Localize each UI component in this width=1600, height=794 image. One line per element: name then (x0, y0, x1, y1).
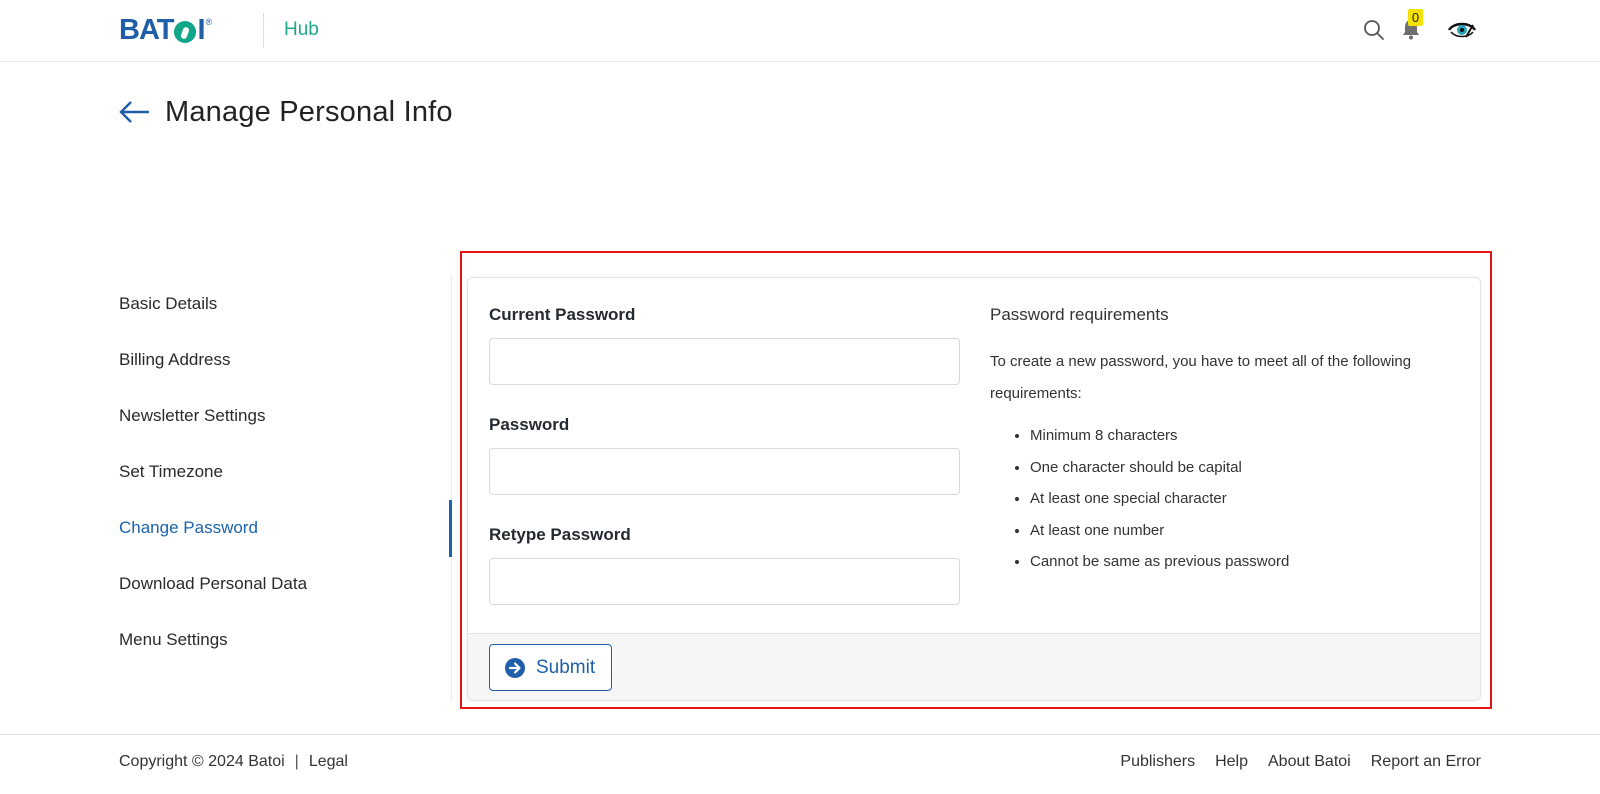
logo-registered-mark: ® (205, 17, 213, 27)
search-icon[interactable] (1363, 19, 1385, 41)
notification-count-badge: 0 (1408, 9, 1423, 26)
logo-leaf-icon (174, 21, 197, 43)
new-password-input[interactable] (489, 448, 960, 495)
eye-icon[interactable] (1447, 17, 1477, 43)
arrow-left-icon[interactable] (119, 100, 151, 124)
sidebar-item-newsletter-settings[interactable]: Newsletter Settings (119, 388, 449, 444)
footer-link-about[interactable]: About Batoi (1268, 753, 1351, 771)
requirement-item: At least one number (1030, 515, 1460, 547)
requirement-item: One character should be capital (1030, 452, 1460, 484)
password-requirements: Password requirements To create a new pa… (990, 304, 1460, 578)
password-label: Password (489, 415, 570, 434)
page-title: Manage Personal Info (165, 95, 453, 128)
requirements-list: Minimum 8 characters One character shoul… (990, 420, 1460, 578)
logo-divider (263, 13, 264, 48)
card-body: Current Password Password Retype Passwor… (468, 278, 1480, 633)
page-footer: Copyright © 2024 Batoi | Legal Publisher… (0, 734, 1600, 794)
sidebar-item-set-timezone[interactable]: Set Timezone (119, 444, 449, 500)
logo-text-right: I (197, 14, 205, 46)
sidebar-item-menu-settings[interactable]: Menu Settings (119, 612, 449, 668)
change-password-card: Current Password Password Retype Passwor… (467, 277, 1481, 701)
sidebar-item-change-password[interactable]: Change Password (119, 500, 449, 556)
current-password-group: Current Password (489, 304, 961, 385)
submit-label: Submit (536, 656, 596, 678)
footer-links: Publishers Help About Batoi Report an Er… (1100, 753, 1481, 771)
retype-password-label: Retype Password (489, 525, 631, 544)
sidebar-item-basic-details[interactable]: Basic Details (119, 276, 449, 332)
current-password-input[interactable] (489, 338, 960, 385)
hub-link[interactable]: Hub (284, 19, 319, 41)
footer-link-report-error[interactable]: Report an Error (1371, 753, 1481, 771)
footer-link-publishers[interactable]: Publishers (1120, 753, 1195, 771)
requirements-title: Password requirements (990, 305, 1169, 324)
card-footer: Submit (468, 633, 1480, 700)
top-navigation-bar: BAT I ® Hub (0, 0, 1600, 62)
footer-link-legal[interactable]: Legal (309, 753, 348, 771)
requirement-item: At least one special character (1030, 483, 1460, 515)
submit-button[interactable]: Submit (489, 644, 612, 691)
batoi-logo[interactable]: BAT I ® (119, 14, 213, 46)
sidebar-item-download-personal-data[interactable]: Download Personal Data (119, 556, 449, 612)
copyright-text: Copyright © 2024 Batoi (119, 753, 285, 770)
retype-password-input[interactable] (489, 558, 960, 605)
sidebar-divider (451, 275, 452, 700)
requirements-intro: To create a new password, you have to me… (990, 353, 1412, 402)
change-password-form: Current Password Password Retype Passwor… (489, 304, 961, 605)
arrow-circle-right-icon (505, 657, 525, 678)
password-group: Password (489, 414, 961, 495)
requirement-item: Minimum 8 characters (1030, 420, 1460, 452)
sidebar-item-billing-address[interactable]: Billing Address (119, 332, 449, 388)
logo-text-left: BAT (119, 14, 174, 46)
sidebar-active-indicator (449, 500, 452, 557)
footer-link-help[interactable]: Help (1215, 753, 1248, 771)
settings-sidebar: Basic Details Billing Address Newsletter… (119, 276, 449, 668)
current-password-label: Current Password (489, 305, 636, 324)
page-title-bar: Manage Personal Info (119, 92, 453, 132)
retype-password-group: Retype Password (489, 524, 961, 605)
footer-separator: | (294, 753, 299, 770)
requirement-item: Cannot be same as previous password (1030, 546, 1460, 578)
footer-left: Copyright © 2024 Batoi | Legal (119, 753, 348, 771)
